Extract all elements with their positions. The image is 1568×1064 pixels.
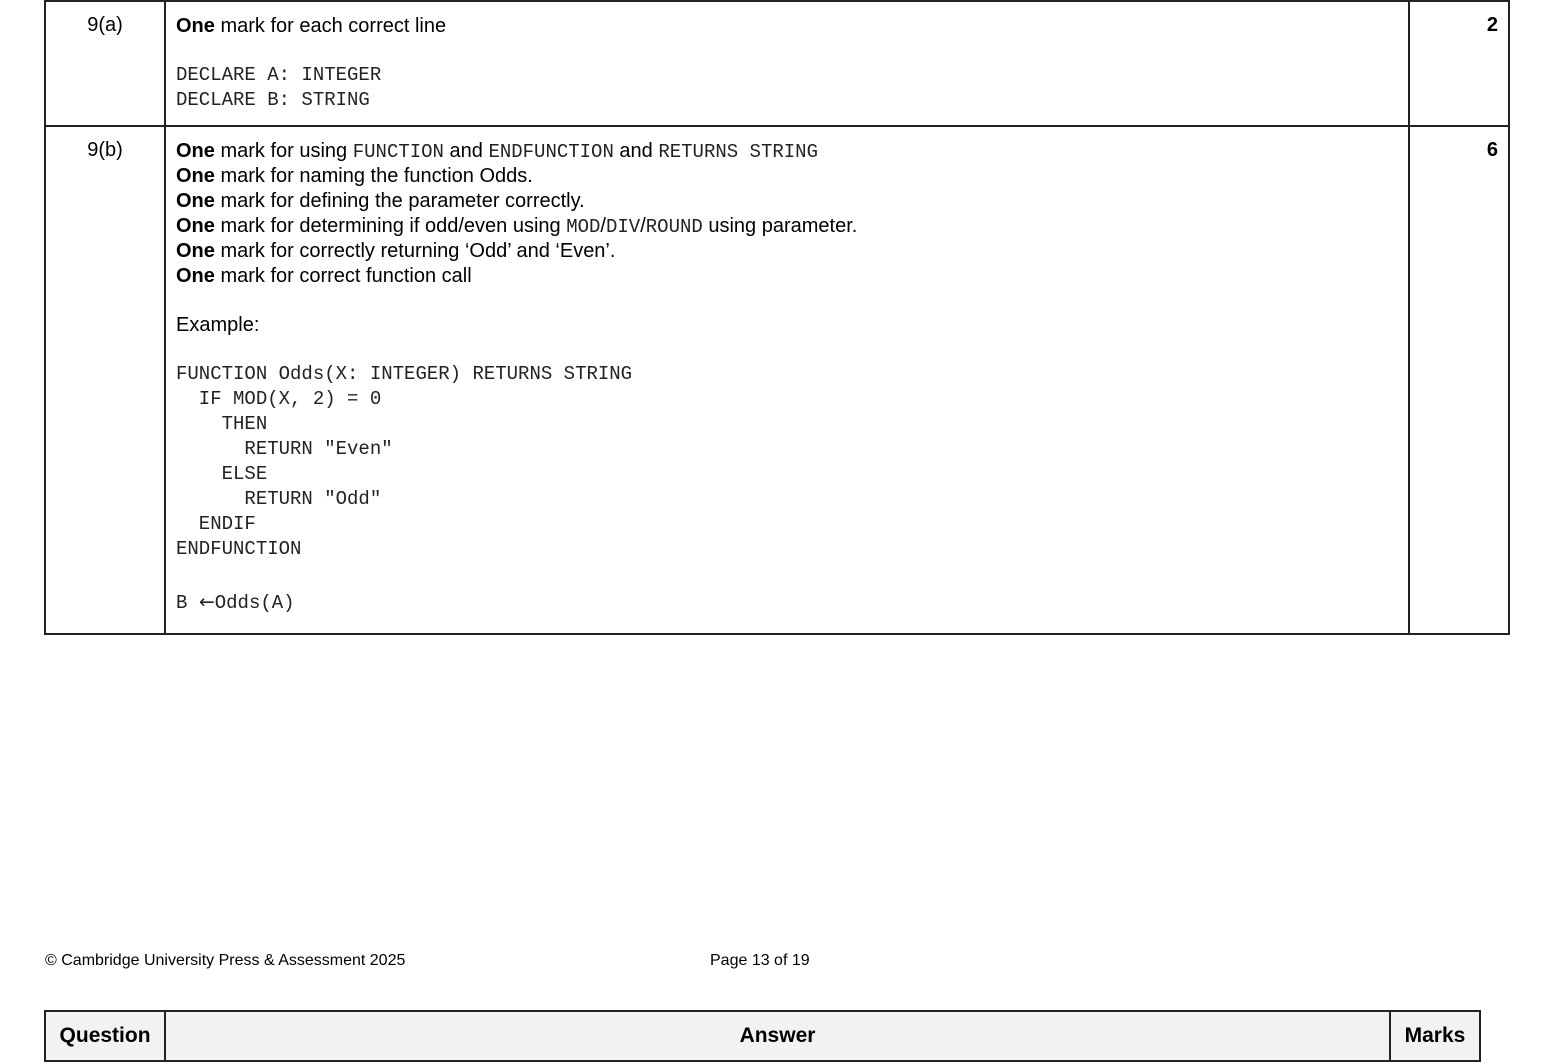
function-call-line: B ←Odds(A) xyxy=(176,591,295,614)
table-row: 9(b) One mark for using FUNCTION and END… xyxy=(44,125,1510,635)
code-line: ELSE xyxy=(176,463,268,485)
criterion: One mark for correctly returning ‘Odd’ a… xyxy=(176,240,616,262)
question-number: 9(b) xyxy=(44,125,166,635)
code-line: DECLARE B: STRING xyxy=(176,89,370,111)
header-question: Question xyxy=(43,1010,167,1062)
next-page-table-header: Question Answer Marks xyxy=(43,1010,1482,1062)
criterion: One mark for defining the parameter corr… xyxy=(176,190,585,212)
marks-value: 2 xyxy=(1408,0,1510,127)
criterion: One mark for correct function call xyxy=(176,265,472,287)
header-marks: Marks xyxy=(1388,1010,1482,1062)
marks-value: 6 xyxy=(1408,125,1510,635)
assignment-arrow-icon: ← xyxy=(198,591,215,613)
question-number: 9(a) xyxy=(44,0,166,127)
code-line: DECLARE A: INTEGER xyxy=(176,64,382,86)
criterion: One mark for each correct line xyxy=(176,15,447,37)
copyright-notice: © Cambridge University Press & Assessmen… xyxy=(45,952,406,969)
page-number: Page 13 of 19 xyxy=(710,952,810,969)
code-line: RETURN "Odd" xyxy=(176,488,382,510)
answer-cell: One mark for using FUNCTION and ENDFUNCT… xyxy=(164,125,1410,635)
mark-scheme-table: 9(a) One mark for each correct line DECL… xyxy=(44,0,1510,635)
code-line: IF MOD(X, 2) = 0 xyxy=(176,388,382,410)
code-line: ENDIF xyxy=(176,513,256,535)
code-line: RETURN "Even" xyxy=(176,438,393,460)
criterion: One mark for naming the function Odds. xyxy=(176,165,533,187)
table-row: 9(a) One mark for each correct line DECL… xyxy=(44,0,1510,127)
criterion: One mark for using FUNCTION and ENDFUNCT… xyxy=(176,140,818,163)
header-answer: Answer xyxy=(164,1010,1391,1062)
example-label: Example: xyxy=(176,314,260,336)
code-line: THEN xyxy=(176,413,268,435)
code-line: ENDFUNCTION xyxy=(176,538,302,560)
answer-cell: One mark for each correct line DECLARE A… xyxy=(164,0,1410,127)
criterion: One mark for determining if odd/even usi… xyxy=(176,215,858,238)
code-line: FUNCTION Odds(X: INTEGER) RETURNS STRING xyxy=(176,363,633,385)
